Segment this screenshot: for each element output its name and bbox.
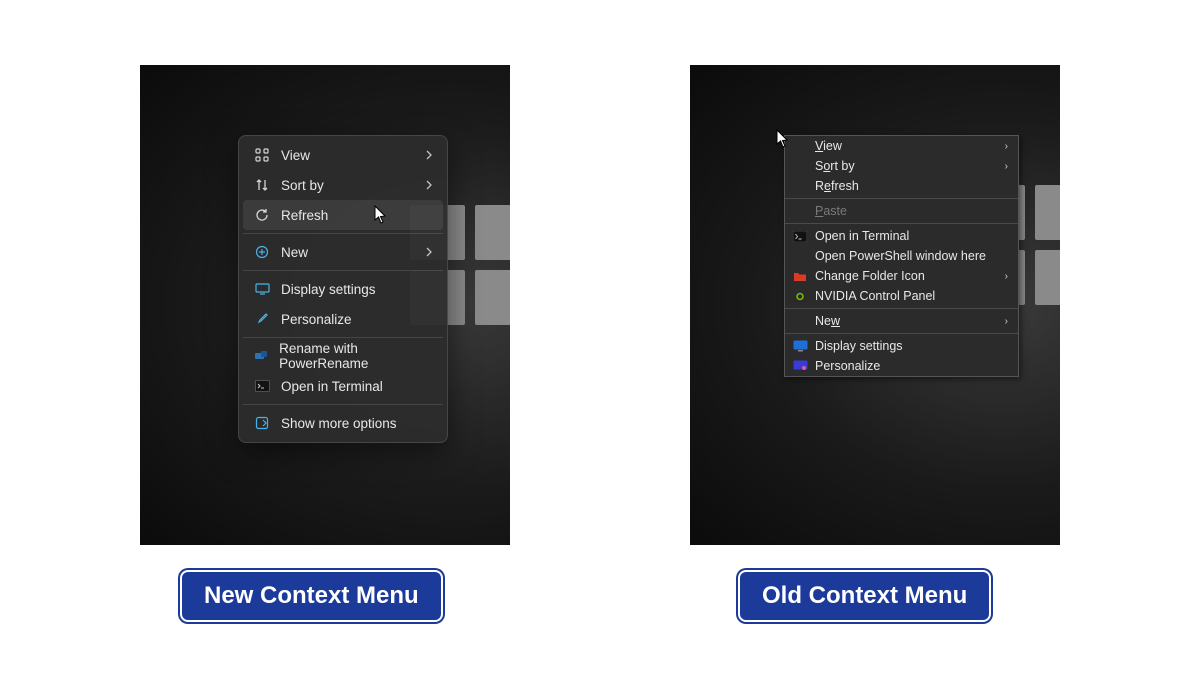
menu-item-label: View bbox=[815, 139, 842, 153]
menu-item-label: Rename with PowerRename bbox=[279, 341, 433, 371]
menu-item-personalize[interactable]: Personalize bbox=[243, 304, 443, 334]
sort-icon bbox=[253, 178, 271, 192]
refresh-icon bbox=[253, 208, 271, 222]
display-icon bbox=[253, 282, 271, 296]
desktop-panel-new: View Sort by Refresh New bbox=[140, 65, 510, 545]
plus-circle-icon bbox=[253, 245, 271, 259]
menu-item-new[interactable]: New › bbox=[785, 311, 1018, 331]
menu-item-open-terminal[interactable]: Open in Terminal bbox=[785, 226, 1018, 246]
menu-item-label: New bbox=[815, 314, 840, 328]
personalize-icon bbox=[791, 360, 809, 372]
menu-item-open-terminal[interactable]: Open in Terminal bbox=[243, 371, 443, 401]
menu-separator bbox=[785, 198, 1018, 199]
chevron-right-icon: › bbox=[1005, 141, 1008, 152]
terminal-icon bbox=[791, 231, 809, 242]
menu-item-display-settings[interactable]: Display settings bbox=[243, 274, 443, 304]
menu-separator bbox=[243, 233, 443, 234]
menu-item-label: Change Folder Icon bbox=[815, 269, 925, 283]
caption-new-menu: New Context Menu bbox=[180, 570, 443, 622]
menu-item-label: Open in Terminal bbox=[281, 379, 383, 394]
context-menu-old: View › Sort by › Refresh Paste Open in T… bbox=[784, 135, 1019, 377]
menu-item-label: Show more options bbox=[281, 416, 397, 431]
folder-icon bbox=[791, 271, 809, 282]
chevron-right-icon: › bbox=[1005, 161, 1008, 172]
menu-item-label: Personalize bbox=[281, 312, 352, 327]
menu-item-nvidia[interactable]: NVIDIA Control Panel bbox=[785, 286, 1018, 306]
menu-item-refresh[interactable]: Refresh bbox=[243, 200, 443, 230]
powerrename-icon bbox=[253, 350, 269, 362]
menu-item-label: Refresh bbox=[281, 208, 328, 223]
menu-item-show-more[interactable]: Show more options bbox=[243, 408, 443, 438]
menu-separator bbox=[785, 223, 1018, 224]
menu-item-personalize[interactable]: Personalize bbox=[785, 356, 1018, 376]
menu-item-new[interactable]: New bbox=[243, 237, 443, 267]
menu-separator bbox=[785, 333, 1018, 334]
menu-item-open-powershell[interactable]: Open PowerShell window here bbox=[785, 246, 1018, 266]
menu-item-label: Refresh bbox=[815, 179, 859, 193]
menu-item-sort-by[interactable]: Sort by › bbox=[785, 156, 1018, 176]
menu-separator bbox=[243, 337, 443, 338]
menu-item-label: Open PowerShell window here bbox=[815, 249, 986, 263]
menu-item-label: Open in Terminal bbox=[815, 229, 909, 243]
desktop-panel-old: View › Sort by › Refresh Paste Open in T… bbox=[690, 65, 1060, 545]
menu-item-label: Personalize bbox=[815, 359, 880, 373]
menu-item-label: New bbox=[281, 245, 308, 260]
nvidia-icon bbox=[791, 291, 809, 302]
chevron-right-icon bbox=[425, 247, 433, 257]
menu-separator bbox=[243, 404, 443, 405]
menu-item-sort-by[interactable]: Sort by bbox=[243, 170, 443, 200]
menu-item-label: View bbox=[281, 148, 310, 163]
brush-icon bbox=[253, 312, 271, 326]
menu-item-label: Sort by bbox=[281, 178, 324, 193]
chevron-right-icon bbox=[425, 150, 433, 160]
chevron-right-icon: › bbox=[1005, 316, 1008, 327]
menu-item-change-folder-icon[interactable]: Change Folder Icon › bbox=[785, 266, 1018, 286]
menu-separator bbox=[243, 270, 443, 271]
more-options-icon bbox=[253, 416, 271, 430]
menu-item-view[interactable]: View bbox=[243, 140, 443, 170]
menu-item-label: Paste bbox=[815, 204, 847, 218]
context-menu-new: View Sort by Refresh New bbox=[238, 135, 448, 443]
chevron-right-icon bbox=[425, 180, 433, 190]
menu-item-label: NVIDIA Control Panel bbox=[815, 289, 935, 303]
menu-item-display-settings[interactable]: Display settings bbox=[785, 336, 1018, 356]
terminal-icon bbox=[253, 380, 271, 392]
menu-item-paste: Paste bbox=[785, 201, 1018, 221]
menu-item-label: Display settings bbox=[281, 282, 376, 297]
menu-item-label: Display settings bbox=[815, 339, 903, 353]
caption-old-menu: Old Context Menu bbox=[738, 570, 991, 622]
menu-item-refresh[interactable]: Refresh bbox=[785, 176, 1018, 196]
menu-item-label: Sort by bbox=[815, 159, 855, 173]
display-icon bbox=[791, 340, 809, 352]
menu-separator bbox=[785, 308, 1018, 309]
menu-item-view[interactable]: View › bbox=[785, 136, 1018, 156]
grid-icon bbox=[253, 148, 271, 162]
menu-item-rename-powerrename[interactable]: Rename with PowerRename bbox=[243, 341, 443, 371]
chevron-right-icon: › bbox=[1005, 271, 1008, 282]
